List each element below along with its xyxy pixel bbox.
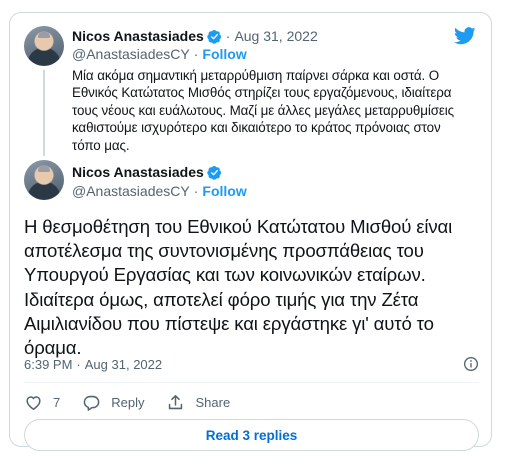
separator-dot: · [193, 46, 199, 62]
reply-button[interactable]: Reply [82, 393, 144, 412]
like-button[interactable]: 7 [24, 393, 60, 412]
share-button[interactable]: Share [166, 393, 230, 412]
avatar[interactable] [24, 160, 64, 200]
verified-badge-icon [207, 29, 221, 44]
tweet-date[interactable]: Aug 31, 2022 [85, 357, 162, 372]
divider [24, 382, 479, 383]
avatar[interactable] [24, 26, 64, 66]
tweet-timestamp-row: 6:39 PM · Aug 31, 2022 [24, 354, 479, 374]
follow-button[interactable]: Follow [202, 46, 246, 62]
thread-connector-line [43, 70, 45, 156]
reply-label: Reply [111, 394, 145, 410]
author-handle[interactable]: @AnastasiadesCY [72, 183, 190, 199]
like-count: 7 [53, 394, 61, 410]
separator-dot: · [225, 28, 231, 44]
separator-dot: · [76, 356, 81, 372]
follow-button[interactable]: Follow [202, 183, 246, 199]
tweet-time[interactable]: 6:39 PM [24, 357, 72, 372]
share-icon [169, 394, 183, 409]
verified-badge-icon [207, 165, 221, 180]
read-replies-button[interactable]: Read 3 replies [24, 419, 479, 451]
embedded-tweet-card: Nicos Anastasiades · Aug 31, 2022 @Anast… [9, 12, 492, 451]
main-tweet-header: Nicos Anastasiades [72, 163, 222, 181]
main-handle-row: @AnastasiadesCY · Follow [72, 182, 247, 200]
share-label: Share [195, 394, 231, 410]
author-name[interactable]: Nicos Anastasiades [72, 164, 204, 180]
quoted-tweet-header: Nicos Anastasiades · Aug 31, 2022 [72, 27, 318, 45]
tweet-actions: 7 Reply Share [24, 386, 230, 418]
quoted-tweet-text: Μία ακόμα σημαντική μεταρρύθμιση παίρνει… [72, 68, 454, 153]
reply-icon [83, 395, 100, 411]
author-name[interactable]: Nicos Anastasiades [72, 28, 204, 44]
info-icon[interactable] [463, 356, 479, 372]
twitter-bird-icon[interactable] [454, 27, 476, 45]
author-handle[interactable]: @AnastasiadesCY [72, 46, 190, 62]
quoted-handle-row: @AnastasiadesCY · Follow [72, 45, 247, 63]
separator-dot: · [193, 183, 199, 199]
main-tweet-text: Η θεσμοθέτηση του Εθνικού Κατώτατου Μισθ… [24, 216, 453, 359]
heart-icon [26, 395, 41, 410]
tweet-date[interactable]: Aug 31, 2022 [234, 28, 317, 44]
